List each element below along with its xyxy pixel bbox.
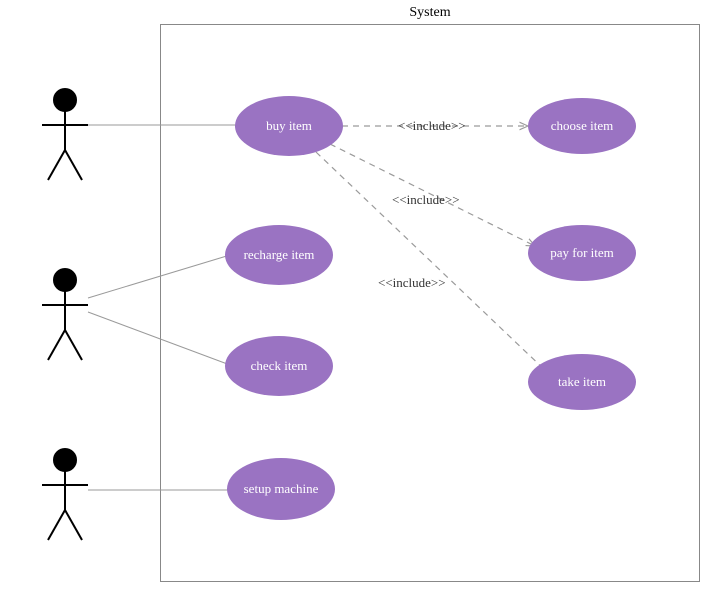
usecase-label: take item — [558, 374, 606, 390]
usecase-label: choose item — [551, 118, 613, 134]
actor-customer — [42, 89, 88, 180]
usecase-pay-for-item: pay for item — [528, 225, 636, 281]
usecase-label: buy item — [266, 118, 312, 134]
include-label-2: <<include>> — [392, 192, 460, 208]
usecase-setup-machine: setup machine — [227, 458, 335, 520]
include-label-1: <<include>> — [398, 118, 466, 134]
usecase-check-item: check item — [225, 336, 333, 396]
actor-operator — [42, 269, 88, 360]
usecase-label: recharge item — [244, 247, 315, 263]
usecase-label: pay for item — [550, 245, 614, 261]
usecase-buy-item: buy item — [235, 96, 343, 156]
usecase-choose-item: choose item — [528, 98, 636, 154]
system-label: System — [380, 5, 480, 21]
usecase-recharge-item: recharge item — [225, 225, 333, 285]
include-label-3: <<include>> — [378, 275, 446, 291]
usecase-label: check item — [251, 358, 308, 374]
usecase-take-item: take item — [528, 354, 636, 410]
actor-technician — [42, 449, 88, 540]
usecase-label: setup machine — [244, 481, 319, 497]
